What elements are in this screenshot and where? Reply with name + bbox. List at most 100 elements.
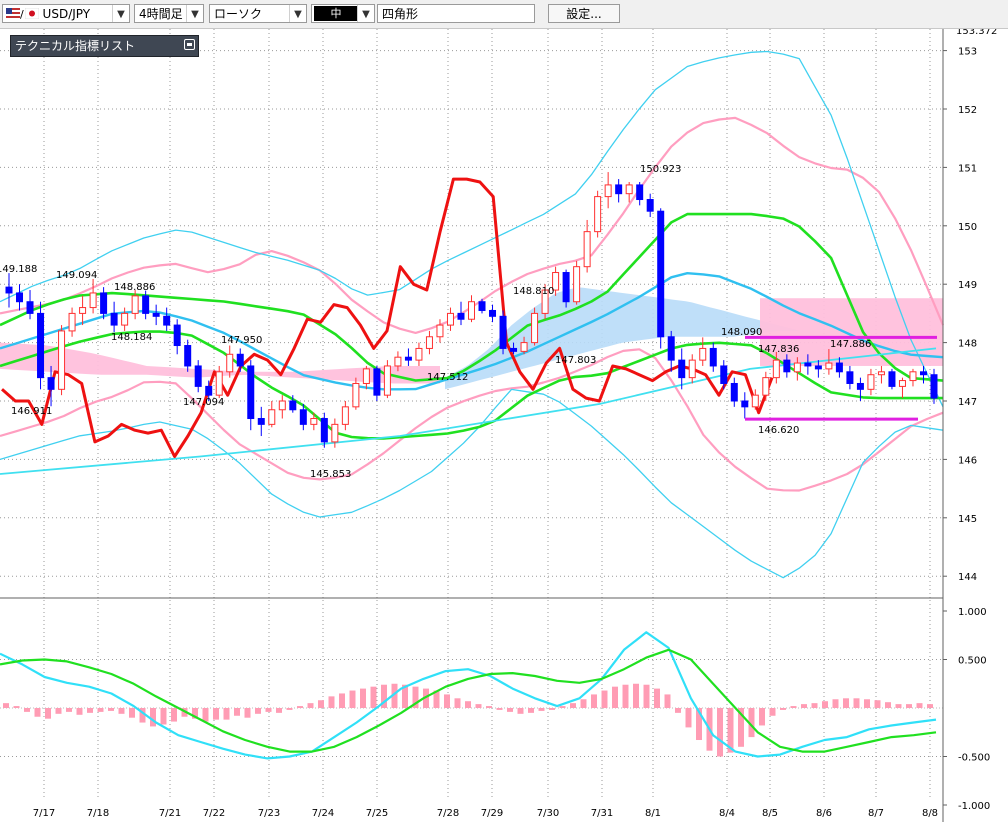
histogram-bar [822, 701, 828, 708]
symbol-select[interactable]: / USD/JPY ▼ [2, 4, 130, 23]
candle-body [26, 301, 34, 314]
histogram-bar [622, 684, 629, 708]
candle [583, 219, 591, 273]
chart-area[interactable]: 149.188 149.094 148.886 148.184 146.911 147.9… [0, 29, 1008, 822]
candle [341, 401, 349, 431]
x-tick-label: 8/1 [645, 808, 661, 819]
candle [362, 365, 370, 390]
histogram-bar [633, 683, 639, 708]
candle [846, 365, 854, 390]
candle-body [425, 336, 433, 349]
histogram-bar [297, 706, 303, 708]
japan-flag-icon [24, 6, 39, 20]
chart-type-select[interactable]: ローソク ▼ [209, 4, 307, 23]
candle-body [310, 418, 318, 425]
minimize-icon[interactable] [184, 39, 195, 50]
candle-body [404, 356, 412, 361]
candle-body [835, 362, 843, 373]
candle-body [268, 409, 276, 425]
candle [37, 301, 45, 390]
histogram-bar [864, 699, 870, 708]
color-select[interactable]: 中 ▼ [311, 4, 375, 23]
histogram-bar [213, 708, 219, 720]
histogram-bar [286, 708, 293, 710]
candle-body [730, 382, 738, 402]
candle [573, 260, 581, 305]
histogram-bar [885, 702, 891, 708]
candle-body [205, 385, 213, 396]
indicator-list-panel[interactable]: テクニカル指標リスト [10, 35, 199, 57]
x-tick-label: 7/29 [481, 808, 503, 819]
histogram-bar [843, 698, 849, 708]
chevron-down-icon: ▼ [112, 5, 129, 22]
candle [919, 365, 927, 384]
candle-body [636, 184, 644, 201]
histogram-bar [654, 688, 660, 708]
x-tick-label: 7/17 [33, 808, 55, 819]
candle [425, 330, 433, 355]
histogram-bar [318, 700, 324, 708]
histogram-bar [328, 696, 335, 708]
candle [751, 389, 759, 410]
histogram-bar [160, 708, 167, 725]
candle-body [331, 423, 339, 443]
price-label: 149.188 [0, 264, 37, 275]
candle-body [877, 371, 885, 376]
osc-y-tick-label: 1.000 [958, 607, 987, 618]
histogram-bar [759, 708, 765, 726]
histogram-bar [811, 703, 818, 708]
candle [184, 339, 192, 372]
chevron-down-icon: ▼ [357, 5, 374, 22]
candle-body [573, 266, 581, 303]
candle [709, 342, 717, 372]
x-tick-label: 8/7 [868, 808, 884, 819]
histogram-bar [444, 694, 450, 708]
candle-body [898, 380, 906, 387]
candle [268, 401, 276, 428]
histogram-bar [612, 686, 618, 708]
candle-body [856, 382, 864, 390]
candle-body [720, 365, 728, 384]
candle-body [594, 196, 602, 233]
symbol-label: USD/JPY [42, 7, 91, 21]
drawing-shape-field[interactable]: 四角形 [377, 4, 535, 23]
y-tick-label: 146 [958, 455, 977, 466]
candle [100, 287, 108, 320]
candle-body [909, 371, 917, 382]
price-label: 148.090 [721, 327, 762, 338]
candle-body [762, 377, 770, 396]
candle-body [289, 400, 297, 411]
candle-body [531, 312, 539, 344]
candle-body [320, 418, 328, 443]
candle [898, 377, 906, 399]
histogram-bar [832, 699, 839, 708]
histogram-bar [906, 704, 912, 708]
x-tick-label: 7/24 [312, 808, 334, 819]
candle-body [793, 362, 801, 373]
histogram-bar [895, 704, 902, 708]
timeframe-select[interactable]: 4時間足 ▼ [134, 4, 204, 23]
y-tick-label: 152 [958, 105, 977, 116]
price-label: 145.853 [310, 469, 351, 480]
candle-body [772, 359, 780, 379]
candle-body [583, 231, 591, 268]
candle-body [688, 359, 696, 379]
histogram-bar [538, 708, 545, 711]
candle-body [215, 371, 223, 396]
x-tick-label: 8/5 [762, 808, 778, 819]
histogram-bar [528, 708, 534, 713]
candle-body [825, 362, 833, 370]
histogram-bar [370, 686, 377, 708]
candle-body [741, 400, 749, 408]
candle-body [678, 359, 686, 379]
candle-body [352, 382, 360, 408]
candle [531, 307, 539, 346]
candle-body [604, 184, 612, 198]
histogram-bar [664, 694, 671, 708]
candle-body [37, 312, 45, 379]
candle-body [89, 292, 97, 309]
candle [163, 307, 171, 331]
price-label: 148.886 [114, 282, 155, 293]
settings-button[interactable]: 設定... [548, 4, 620, 23]
color-swatch-label: 中 [314, 6, 358, 21]
